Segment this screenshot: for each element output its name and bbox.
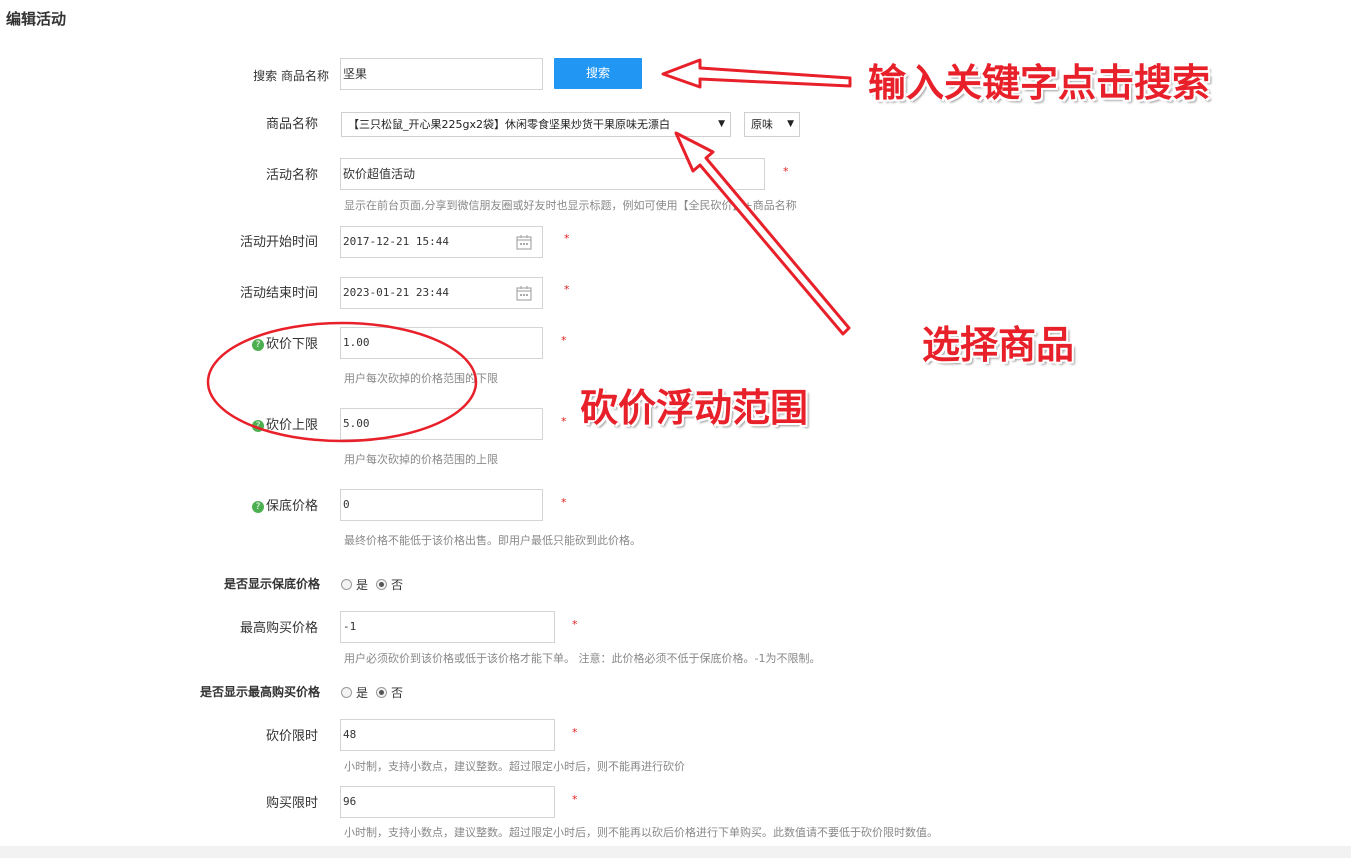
annotation-search-tip: 输入关键字点击搜索 bbox=[868, 61, 1211, 105]
arrow-to-product bbox=[674, 131, 851, 336]
range-highlight-ellipse bbox=[206, 321, 478, 443]
arrow-to-search bbox=[661, 58, 852, 89]
annotation-range-tip: 砍价浮动范围 bbox=[580, 386, 809, 430]
annotation-select-tip: 选择商品 bbox=[922, 323, 1075, 367]
